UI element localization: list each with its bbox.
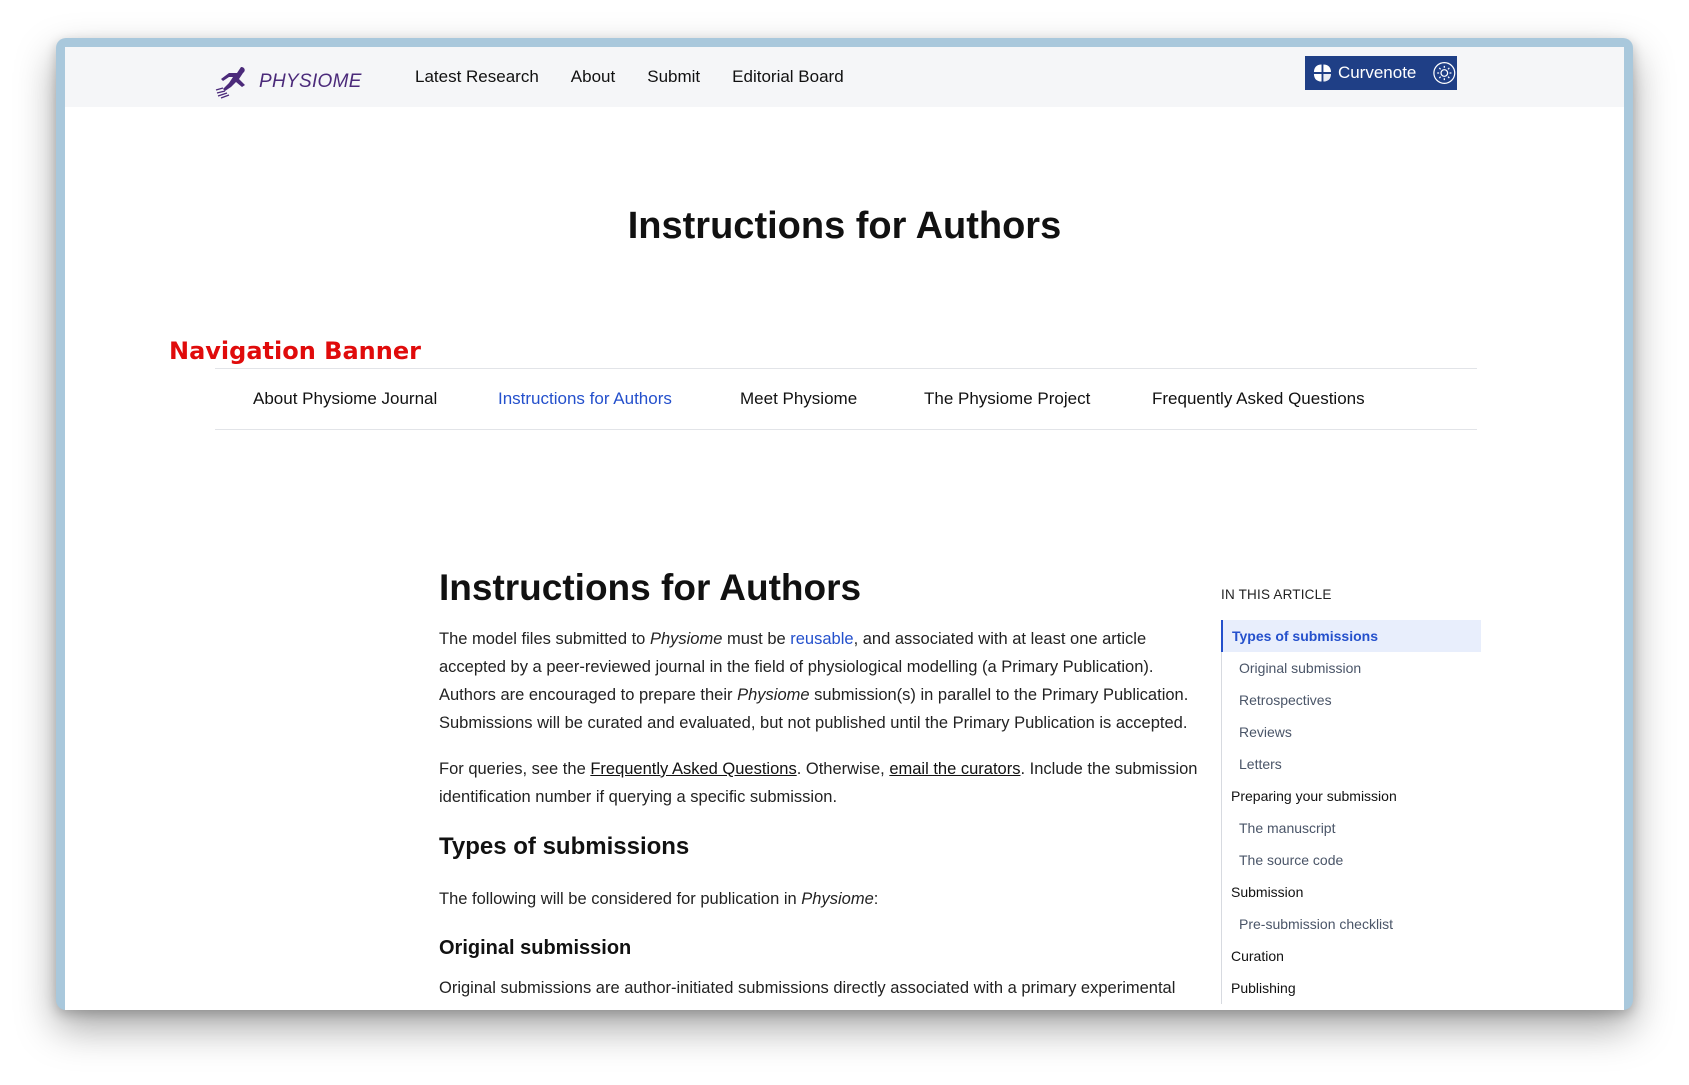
toc-item-retrospectives[interactable]: Retrospectives (1222, 684, 1481, 716)
nav-link-about[interactable]: About (571, 67, 615, 87)
toc-item-publishing[interactable]: Publishing (1222, 972, 1481, 1004)
page: PHYSIOME Latest Research About Submit Ed… (65, 47, 1624, 1010)
text: : (873, 890, 879, 908)
subnav-about-physiome-journal[interactable]: About Physiome Journal (253, 389, 437, 409)
section-paragraph: The following will be considered for pub… (439, 885, 1199, 913)
article-body: Instructions for Authors The model files… (439, 567, 1199, 1002)
physiome-logo[interactable]: PHYSIOME (215, 65, 362, 99)
queries-paragraph: For queries, see the Frequently Asked Qu… (439, 755, 1199, 811)
toc-item-the-source-code[interactable]: The source code (1222, 844, 1481, 876)
text: The model files submitted to (439, 630, 650, 648)
toc-item-letters[interactable]: Letters (1222, 748, 1481, 780)
navigation-banner-annotation: Navigation Banner (169, 337, 421, 365)
toc-item-reviews[interactable]: Reviews (1222, 716, 1481, 748)
text: must be (722, 630, 791, 648)
theme-toggle-icon[interactable] (1432, 60, 1457, 86)
faq-link[interactable]: Frequently Asked Questions (590, 760, 796, 778)
emphasis: Physiome (649, 630, 723, 648)
nav-link-submit[interactable]: Submit (647, 67, 700, 87)
nav-link-latest-research[interactable]: Latest Research (415, 67, 539, 87)
emphasis: Physiome (801, 890, 874, 908)
toc-item-curation[interactable]: Curation (1222, 940, 1481, 972)
navigation-banner: About Physiome Journal Instructions for … (215, 368, 1477, 430)
article-title: Instructions for Authors (439, 567, 862, 608)
subsection-paragraph: Original submissions are author-initiate… (439, 979, 1176, 997)
email-curators-link[interactable]: email the curators (889, 760, 1020, 778)
emphasis: Physiome (737, 686, 810, 704)
toc-item-the-manuscript[interactable]: The manuscript (1222, 812, 1481, 844)
toc-item-original-submission[interactable]: Original submission (1222, 652, 1481, 684)
toc-item-pre-submission-checklist[interactable]: Pre-submission checklist (1222, 908, 1481, 940)
logo-text: PHYSIOME (259, 71, 362, 92)
top-navigation: PHYSIOME Latest Research About Submit Ed… (65, 47, 1624, 107)
reusable-link[interactable]: reusable (790, 630, 853, 648)
text: . Otherwise, (796, 760, 890, 778)
subsection-heading-original-submission: Original submission (439, 937, 632, 959)
subnav-the-physiome-project[interactable]: The Physiome Project (924, 389, 1090, 409)
toc-heading: IN THIS ARTICLE (1221, 587, 1332, 602)
toc-item-preparing-your-submission[interactable]: Preparing your submission (1222, 780, 1481, 812)
section-heading-types-of-submissions: Types of submissions (439, 833, 690, 860)
nav-link-editorial-board[interactable]: Editorial Board (732, 67, 844, 87)
toc-item-types-of-submissions[interactable]: Types of submissions (1221, 620, 1481, 652)
toc-item-submission[interactable]: Submission (1222, 876, 1481, 908)
browser-window-frame: PHYSIOME Latest Research About Submit Ed… (56, 38, 1633, 1010)
toc-list: Types of submissions Original submission… (1221, 620, 1481, 1004)
subnav-frequently-asked-questions[interactable]: Frequently Asked Questions (1152, 389, 1365, 409)
curvenote-label: Curvenote (1337, 63, 1417, 82)
curvenote-logo-icon (1313, 64, 1331, 82)
text: For queries, see the (439, 760, 591, 778)
text: The following will be considered for pub… (439, 890, 802, 908)
intro-paragraph: The model files submitted to Physiome mu… (439, 625, 1199, 737)
subnav-meet-physiome[interactable]: Meet Physiome (740, 389, 857, 409)
curvenote-button[interactable]: Curvenote (1305, 56, 1457, 90)
main-menu: Latest Research About Submit Editorial B… (415, 67, 844, 87)
hero-title: Instructions for Authors (627, 205, 1062, 247)
table-of-contents: IN THIS ARTICLE Types of submissions Ori… (1221, 587, 1481, 1004)
runner-logo-icon (215, 67, 245, 99)
subnav-instructions-for-authors[interactable]: Instructions for Authors (498, 389, 672, 409)
